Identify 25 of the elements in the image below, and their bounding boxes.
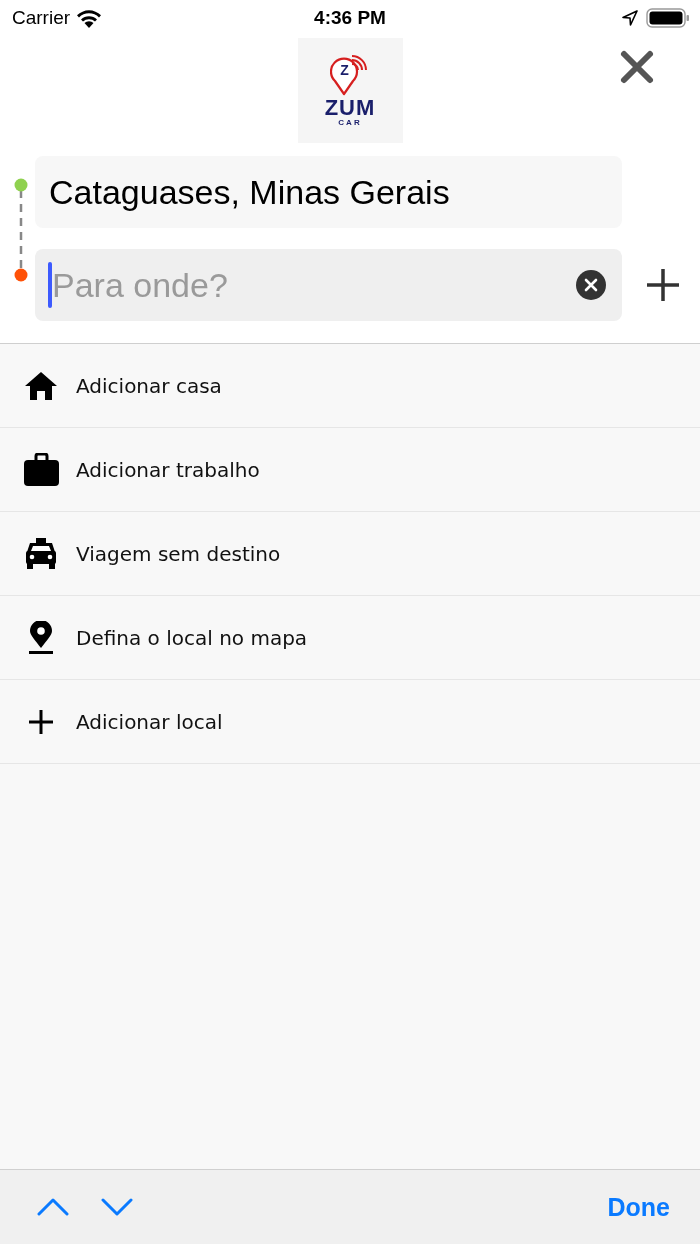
list-item[interactable]: Adicionar casa: [76, 373, 222, 398]
chevron-down-icon[interactable]: [101, 1198, 133, 1216]
app-logo: Z ZUM CAR: [297, 38, 403, 143]
wifi-icon: [76, 8, 103, 28]
plus-icon: [29, 709, 53, 734]
list-item[interactable]: Defina o local no mapa: [76, 625, 308, 650]
list-item[interactable]: Adicionar trabalho: [76, 457, 260, 482]
battery-icon: [646, 8, 690, 28]
close-button[interactable]: [619, 49, 655, 85]
map-pin-icon: [29, 621, 53, 654]
carrier-name: Carrier: [12, 7, 71, 29]
destination-field[interactable]: Para onde?: [35, 249, 622, 321]
clear-icon[interactable]: [576, 270, 606, 300]
location-arrow-icon: [622, 10, 638, 26]
home-icon: [24, 370, 58, 401]
list-item[interactable]: Adicionar local: [76, 709, 223, 734]
add-stop-button[interactable]: [646, 268, 680, 302]
chevron-up-icon[interactable]: [37, 1198, 69, 1216]
destination-input[interactable]: Para onde?: [52, 265, 576, 305]
taxi-icon: [25, 538, 57, 569]
origin-field[interactable]: Cataguases, Minas Gerais: [35, 156, 622, 228]
briefcase-icon: [23, 453, 59, 486]
list-item[interactable]: Viagem sem destino: [76, 541, 281, 566]
done-button[interactable]: Done: [607, 1192, 670, 1222]
status-time: 4:36 PM: [314, 7, 386, 29]
